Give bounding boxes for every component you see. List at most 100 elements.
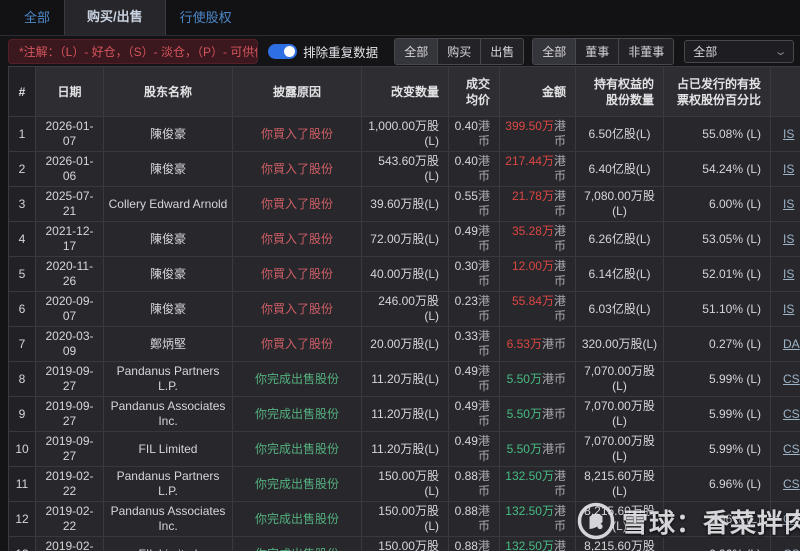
value-text: 5.50万 — [506, 371, 542, 386]
row-index: 13 — [8, 536, 36, 551]
shareholder-cell: Pandanus Partners L.P. — [103, 466, 233, 502]
row-index: 10 — [8, 431, 36, 467]
currency-unit: 港币 — [541, 336, 566, 351]
avg-price-cell: 0.30港币 — [448, 256, 500, 292]
form-cell: IS — [770, 151, 800, 187]
percent-cell: 52.01% (L) — [663, 256, 771, 292]
change-cell: 1,000.00万股(L) — [361, 116, 449, 152]
form-type-link[interactable]: IS — [775, 127, 794, 141]
date-cell: 2019-02-22 — [35, 536, 104, 551]
percent-cell: 6.00% (L) — [663, 186, 771, 222]
form-type-link[interactable]: CS — [775, 512, 800, 526]
tab-buy-sell[interactable]: 购买/出售 — [64, 0, 166, 35]
currency-unit: 港币 — [477, 539, 490, 551]
form-type-link[interactable]: CS — [775, 372, 800, 386]
form-cell: IS — [770, 186, 800, 222]
tab-exercise-rights[interactable]: 行使股权 — [166, 0, 246, 35]
percent-cell: 5.99% (L) — [663, 361, 771, 397]
tab-all[interactable]: 全部 — [10, 0, 64, 35]
form-cell: IS — [770, 256, 800, 292]
form-type-link[interactable]: IS — [775, 302, 794, 316]
value-text: 55.84万 — [511, 294, 554, 308]
avg-price-cell: 0.88港币 — [448, 466, 500, 502]
form-type-link[interactable]: CS — [775, 547, 800, 551]
change-cell: 11.20万股(L) — [361, 396, 449, 432]
shareholder-cell: Pandanus Partners L.P. — [103, 361, 233, 397]
filter-option[interactable]: 出售 — [480, 38, 524, 64]
currency-unit: 港币 — [477, 469, 490, 498]
shareholder-cell: Pandanus Associates Inc. — [103, 396, 233, 432]
filter-option[interactable]: 全部 — [533, 38, 576, 64]
row-index: 8 — [8, 361, 36, 397]
reason-cell: 你完成出售股份 — [232, 431, 362, 467]
holding-cell: 6.26亿股(L) — [575, 221, 664, 257]
percent-cell: 54.24% (L) — [663, 151, 771, 187]
amount-cell: 21.78万港币 — [499, 186, 576, 222]
avg-price-cell: 0.88港币 — [448, 536, 500, 551]
table-row: 6 2020-09-07 陳俊豪 你買入了股份 246.00万股(L) 0.23港币 55.… — [8, 291, 800, 327]
header-percent: 占已发行的有投票权股份百分比 — [663, 66, 771, 117]
form-type-link[interactable]: IS — [775, 162, 794, 176]
change-cell: 40.00万股(L) — [361, 256, 449, 292]
currency-unit: 港币 — [477, 224, 490, 253]
avg-price-cell: 0.49港币 — [448, 221, 500, 257]
trade-type-filter: 全部 购买 出售 — [394, 37, 525, 65]
reason-cell: 你買入了股份 — [232, 221, 362, 257]
form-type-link[interactable]: IS — [775, 232, 794, 246]
shareholder-cell: FIL Limited — [103, 536, 233, 551]
avg-price-cell: 0.40港币 — [448, 116, 500, 152]
form-cell: CS — [770, 431, 800, 467]
form-cell: CS — [770, 501, 800, 537]
percent-cell: 0.27% (L) — [663, 326, 771, 362]
table-row: 8 2019-09-27 Pandanus Partners L.P. 你完成出售股份… — [8, 361, 800, 397]
percent-cell: 5.99% (L) — [663, 431, 771, 467]
form-type-link[interactable]: CS — [775, 407, 800, 421]
dropdown-value: 全部 — [693, 44, 718, 59]
date-cell: 2019-09-27 — [35, 431, 104, 467]
holding-cell: 320.00万股(L) — [575, 326, 664, 362]
currency-unit: 港币 — [477, 399, 490, 428]
form-type-link[interactable]: CS — [775, 442, 800, 456]
dedupe-toggle[interactable] — [268, 43, 298, 59]
currency-unit: 港币 — [553, 189, 566, 218]
form-cell: DA — [770, 326, 800, 362]
filter-option[interactable]: 非董事 — [618, 38, 674, 64]
header-change: 改变数量 — [361, 66, 449, 117]
filter-option[interactable]: 全部 — [395, 38, 438, 64]
table-row: 132019-02-22FIL Limited你完成出售股份150.00万股(L… — [8, 536, 800, 551]
form-type-link[interactable]: IS — [775, 267, 794, 281]
percent-cell: 53.05% (L) — [663, 221, 771, 257]
amount-cell: 399.50万港币 — [499, 116, 576, 152]
filter-option[interactable]: 购买 — [437, 38, 481, 64]
form-cell: CS — [770, 536, 800, 551]
change-cell: 11.20万股(L) — [361, 431, 449, 467]
shareholder-dropdown[interactable]: 全部 ⌄ — [684, 39, 794, 63]
form-type-link[interactable]: IS — [775, 197, 794, 211]
header-shareholder: 股东名称 — [103, 66, 233, 117]
row-index: 9 — [8, 396, 36, 432]
change-cell: 246.00万股(L) — [361, 291, 449, 327]
table-row: 4 2021-12-17 陳俊豪 你買入了股份 72.00万股(L) 0.49港币 35.2… — [8, 221, 800, 257]
header-index: # — [8, 66, 36, 117]
toggle-knob — [284, 45, 296, 57]
holding-cell: 7,080.00万股(L) — [575, 186, 664, 222]
header-form — [770, 66, 800, 117]
currency-unit: 港币 — [477, 119, 490, 148]
change-cell: 39.60万股(L) — [361, 186, 449, 222]
percent-cell: 6.96% (L) — [663, 501, 771, 537]
currency-unit: 港币 — [477, 364, 490, 393]
form-type-link[interactable]: DA — [775, 337, 800, 351]
form-type-link[interactable]: CS — [775, 477, 800, 491]
currency-unit: 港币 — [553, 469, 566, 498]
filter-option[interactable]: 董事 — [575, 38, 619, 64]
shareholder-cell: 陳俊豪 — [103, 291, 233, 327]
row-index: 4 — [8, 221, 36, 257]
date-cell: 2020-11-26 — [35, 256, 104, 292]
change-cell: 20.00万股(L) — [361, 326, 449, 362]
table-row: 5 2020-11-26 陳俊豪 你買入了股份 40.00万股(L) 0.30港币 12.0… — [8, 256, 800, 292]
reason-cell: 你買入了股份 — [232, 256, 362, 292]
value-text: 132.50万 — [505, 504, 554, 518]
value-text: 12.00万 — [511, 259, 554, 273]
reason-cell: 你買入了股份 — [232, 291, 362, 327]
amount-cell: 6.53万港币 — [499, 326, 576, 362]
